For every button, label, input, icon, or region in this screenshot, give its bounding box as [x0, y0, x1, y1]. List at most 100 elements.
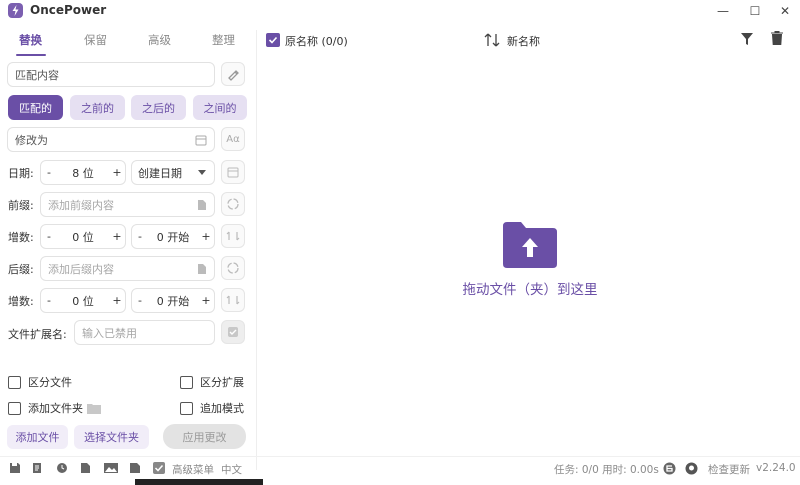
- prefix-label: 前缀:: [8, 199, 34, 212]
- increment2-start-minus[interactable]: -: [132, 294, 148, 307]
- checkbox-box[interactable]: [8, 375, 21, 389]
- increment2-label: 增数:: [8, 295, 34, 308]
- append-mode-checkbox[interactable]: 追加模式: [180, 400, 244, 416]
- case-sensitive-icon[interactable]: Aα: [221, 127, 245, 151]
- extension-check-icon[interactable]: [221, 320, 245, 344]
- image-icon[interactable]: [104, 462, 118, 474]
- add-file-button[interactable]: 添加文件: [7, 425, 68, 449]
- increment-label: 增数:: [8, 231, 34, 244]
- checkbox-box[interactable]: [180, 401, 193, 415]
- distinguish-ext-label: 区分扩展: [200, 376, 244, 389]
- match-placeholder: 匹配内容: [15, 68, 59, 82]
- increment2-start-value: 0 开始: [156, 294, 190, 308]
- tab-advanced[interactable]: 高级: [148, 32, 171, 48]
- minimize-button[interactable]: —: [708, 0, 738, 22]
- tab-organize[interactable]: 整理: [212, 32, 235, 48]
- increment-digits-minus[interactable]: -: [41, 230, 57, 243]
- active-tab-indicator: [16, 54, 46, 56]
- date-plus-button[interactable]: +: [109, 166, 125, 179]
- increment2-digits-stepper[interactable]: - 0 位 +: [40, 288, 126, 313]
- tab-bar: 替换 保留 高级 整理: [0, 30, 256, 56]
- suffix-input[interactable]: 添加后缀内容: [40, 256, 215, 281]
- increment-digits-stepper[interactable]: - 0 位 +: [40, 224, 126, 249]
- save-icon[interactable]: [9, 462, 21, 474]
- title-bar: OncePower — ☐ ✕: [0, 0, 800, 22]
- drop-zone[interactable]: 拖动文件（夹）到这里: [430, 218, 630, 308]
- extension-label: 文件扩展名:: [8, 328, 67, 341]
- position-chip-after[interactable]: 之后的: [131, 95, 186, 120]
- extension-placeholder: 输入已禁用: [82, 326, 137, 340]
- calendar-icon[interactable]: [195, 134, 207, 146]
- checkbox-box[interactable]: [180, 375, 193, 389]
- add-folder-checkbox[interactable]: 添加文件夹: [8, 400, 101, 416]
- chevron-down-icon: [198, 169, 206, 175]
- language-toggle[interactable]: 中文: [221, 462, 242, 477]
- apply-changes-button[interactable]: 应用更改: [163, 424, 246, 449]
- tab-keep[interactable]: 保留: [84, 32, 107, 48]
- github-icon[interactable]: [685, 462, 698, 475]
- advanced-menu-checkbox-icon[interactable]: [153, 462, 165, 474]
- date-type-value: 创建日期: [138, 166, 182, 180]
- increment-sort-icon[interactable]: [221, 224, 245, 248]
- file-settings-icon[interactable]: [80, 462, 92, 474]
- tab-replace[interactable]: 替换: [19, 32, 42, 48]
- match-input[interactable]: 匹配内容: [7, 62, 215, 87]
- date-type-select[interactable]: 创建日期: [131, 160, 215, 185]
- suffix-label: 后缀:: [8, 263, 34, 276]
- distinguish-files-checkbox[interactable]: 区分文件: [8, 374, 72, 390]
- select-folder-button[interactable]: 选择文件夹: [74, 425, 149, 449]
- sort-icon[interactable]: [484, 32, 500, 48]
- position-chip-between[interactable]: 之间的: [193, 95, 247, 120]
- prefix-refresh-icon[interactable]: [221, 192, 245, 216]
- increment2-start-stepper[interactable]: - 0 开始 +: [131, 288, 215, 313]
- drop-zone-text: 拖动文件（夹）到这里: [462, 282, 598, 298]
- select-all-checkbox[interactable]: [266, 33, 280, 47]
- original-name-header: 原名称 (0/0): [285, 35, 348, 48]
- check-update-link[interactable]: 检查更新: [708, 462, 750, 477]
- date-digits-value: 8 位: [72, 166, 94, 180]
- increment-start-stepper[interactable]: - 0 开始 +: [131, 224, 215, 249]
- settings-panel: 替换 保留 高级 整理 匹配内容 匹配的 之前的 之后的 之间的 修改为 Aα …: [0, 22, 256, 485]
- increment-digits-value: 0 位: [72, 230, 94, 244]
- folder-upload-icon: [503, 222, 557, 268]
- prefix-input[interactable]: 添加前缀内容: [40, 192, 215, 217]
- date-minus-button[interactable]: -: [41, 166, 57, 179]
- increment-start-minus[interactable]: -: [132, 230, 148, 243]
- checkbox-box[interactable]: [8, 401, 21, 415]
- list-icon[interactable]: [32, 462, 44, 474]
- task-status: 任务: 0/0 用时: 0.00s: [554, 464, 659, 476]
- increment2-digits-minus[interactable]: -: [41, 294, 57, 307]
- version-label: v2.24.0: [756, 462, 796, 474]
- gitee-icon[interactable]: [663, 462, 676, 475]
- append-mode-label: 追加模式: [200, 402, 244, 415]
- date-digits-stepper[interactable]: - 8 位 +: [40, 160, 126, 185]
- modify-input[interactable]: 修改为: [7, 127, 215, 152]
- panel-divider: [256, 30, 257, 470]
- distinguish-ext-checkbox[interactable]: 区分扩展: [180, 374, 244, 390]
- maximize-button[interactable]: ☐: [740, 0, 770, 22]
- increment2-start-plus[interactable]: +: [198, 294, 214, 307]
- increment-digits-plus[interactable]: +: [109, 230, 125, 243]
- eraser-icon[interactable]: [221, 62, 245, 86]
- increment2-sort-icon[interactable]: [221, 288, 245, 312]
- increment2-digits-plus[interactable]: +: [109, 294, 125, 307]
- app-logo-icon: [8, 3, 23, 18]
- increment-start-plus[interactable]: +: [198, 230, 214, 243]
- extension-input[interactable]: 输入已禁用: [74, 320, 215, 345]
- close-button[interactable]: ✕: [770, 0, 800, 22]
- suffix-placeholder: 添加后缀内容: [48, 262, 114, 276]
- suffix-refresh-icon[interactable]: [221, 256, 245, 280]
- position-chip-before[interactable]: 之前的: [70, 95, 125, 120]
- increment2-digits-value: 0 位: [72, 294, 94, 308]
- position-chip-match[interactable]: 匹配的: [8, 95, 63, 120]
- trash-icon[interactable]: [771, 31, 783, 45]
- increment-start-value: 0 开始: [156, 230, 190, 244]
- filter-icon[interactable]: [740, 32, 754, 46]
- csv-icon[interactable]: [129, 462, 141, 474]
- history-icon[interactable]: [56, 462, 68, 474]
- file-icon: [198, 264, 206, 274]
- date-calendar-icon[interactable]: [221, 160, 245, 184]
- file-list-header: 原名称 (0/0) 新名称: [262, 30, 800, 52]
- distinguish-files-label: 区分文件: [28, 376, 72, 389]
- advanced-menu-label[interactable]: 高级菜单: [172, 462, 214, 477]
